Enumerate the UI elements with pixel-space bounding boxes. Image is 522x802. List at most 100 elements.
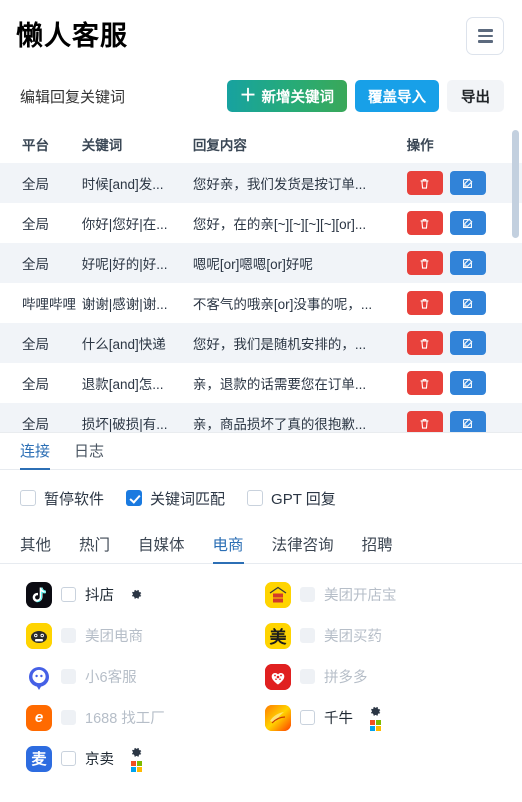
platform-item[interactable]: 抖店 [26,574,265,615]
delete-row-button[interactable] [406,291,443,315]
platform-item[interactable]: e 1688 找工厂 [26,697,265,738]
platform-item[interactable]: 美团开店宝 [265,574,504,615]
row-actions [406,211,522,235]
cell-keyword: 谢谢|感谢|谢... [81,297,168,312]
delete-row-button[interactable] [406,171,443,195]
delete-row-button[interactable] [406,411,443,432]
cell-reply: 您好亲，我们发货是按订单... [192,177,367,192]
table-row[interactable]: 全局 损坏|破损|有... 亲，商品损坏了真的很抱歉... [0,403,522,432]
edit-pencil-icon [463,177,473,188]
windows-logo-icon[interactable] [131,760,142,772]
table-row[interactable]: 全局 退款[and]怎... 亲，退款的话需要您在订单... [0,363,522,403]
delete-row-button[interactable] [406,371,443,395]
cell-platform: 全局 [22,257,49,272]
edit-row-button[interactable] [449,371,486,395]
delete-row-button[interactable] [406,331,443,355]
table-header-row: 平台 关键词 回复内容 操作 [0,128,522,163]
add-keyword-button[interactable]: ＋ 新增关键词 [226,80,347,112]
platform-label: 拼多多 [324,670,368,686]
table-row[interactable]: 哔哩哔哩 谢谢|感谢|谢... 不客气的哦亲[or]没事的呢，... [0,283,522,323]
platform-label: 千牛 [324,711,353,727]
gear-icon [371,706,381,716]
platform-checkbox[interactable] [61,587,76,602]
gear-icon[interactable] [130,588,143,601]
cell-reply: 嗯呢[or]嗯嗯[or]好呢 [192,257,313,272]
option-GPT 回复[interactable]: GPT 回复 [247,488,336,509]
keyword-table-container: 平台 关键词 回复内容 操作 全局 时候[and]发... 您好亲，我们发货是按订单… [0,128,522,433]
keyword-table: 平台 关键词 回复内容 操作 全局 时候[and]发... 您好亲，我们发货是按订单… [0,128,522,432]
option-暂停软件[interactable]: 暂停软件 [20,488,104,509]
table-row[interactable]: 全局 什么[and]快递 您好，我们是随机安排的，... [0,323,522,363]
edit-pencil-icon [463,417,473,428]
cell-keyword: 好呢|好的|好... [81,257,168,272]
platform-item[interactable]: 拼多多 [265,656,504,697]
category-tab-电商[interactable]: 电商 [212,533,244,564]
platform-checkbox[interactable] [61,669,76,684]
gear-icon[interactable] [369,705,382,718]
table-row[interactable]: 全局 好呢|好的|好... 嗯呢[or]嗯嗯[or]好呢 [0,243,522,283]
row-actions [406,251,522,275]
table-row[interactable]: 全局 你好|您好|在... 您好，在的亲[~][~][~][~][or]... [0,203,522,243]
checkbox-checked-icon[interactable] [126,490,143,506]
platform-settings-group[interactable] [369,705,382,731]
scrollbar-thumb[interactable] [512,130,519,238]
cell-keyword: 退款[and]怎... [81,377,164,392]
platform-item[interactable]: 美 美团买药 [265,615,504,656]
table-row[interactable]: 全局 时候[and]发... 您好亲，我们发货是按订单... [0,163,522,203]
category-tab-自媒体[interactable]: 自媒体 [138,533,185,564]
edit-row-button[interactable] [449,291,486,315]
platform-item[interactable]: 麦 京卖 [26,738,265,779]
edit-row-button[interactable] [449,411,486,432]
cell-platform: 全局 [22,337,49,352]
option-关键词匹配[interactable]: 关键词匹配 [126,488,225,509]
hamburger-line [477,34,493,38]
table-body: 全局 时候[and]发... 您好亲，我们发货是按订单... 全局 你好|您好|在...… [0,163,522,432]
delete-row-button[interactable] [406,211,443,235]
platform-label: 美团电商 [85,629,143,645]
delete-row-button[interactable] [406,251,443,275]
category-tab-热门[interactable]: 热门 [79,533,110,564]
connection-tab-日志[interactable]: 日志 [74,440,104,470]
option-label: 暂停软件 [44,490,105,508]
windows-logo-icon[interactable] [370,719,381,731]
category-tab-法律咨询[interactable]: 法律咨询 [272,533,334,564]
alibaba-1688-logo: e [26,704,52,731]
platform-settings-group[interactable] [130,588,143,601]
overwrite-import-button[interactable]: 覆盖导入 [355,80,439,112]
cell-reply: 不客气的哦亲[or]没事的呢，... [192,297,373,312]
platform-checkbox[interactable] [61,710,76,725]
checkbox-icon[interactable] [247,490,264,506]
gear-icon[interactable] [130,746,143,759]
platform-checkbox[interactable] [61,751,76,766]
table-scrollbar[interactable] [512,128,519,432]
checkbox-icon[interactable] [20,490,36,506]
platform-label: 1688 找工厂 [85,711,165,727]
cell-platform: 全局 [22,177,49,192]
row-actions [406,371,522,395]
platform-settings-group[interactable] [130,746,143,772]
platform-checkbox[interactable] [61,628,76,643]
category-tab-其他[interactable]: 其他 [20,533,51,564]
hamburger-menu-icon[interactable] [466,17,504,55]
cell-actions [406,243,522,283]
edit-row-button[interactable] [449,171,486,195]
export-button[interactable]: 导出 [447,80,504,112]
category-tab-招聘[interactable]: 招聘 [362,533,393,564]
edit-row-button[interactable] [449,251,486,275]
edit-row-button[interactable] [449,211,486,235]
trash-icon [420,298,429,309]
connection-tab-连接[interactable]: 连接 [20,440,51,470]
trash-icon [420,218,429,229]
platform-checkbox[interactable] [300,669,315,684]
platform-item[interactable]: 美团电商 [26,615,265,656]
edit-pencil-icon [463,337,473,348]
plus-icon: ＋ [239,85,257,105]
platform-item[interactable]: 小6客服 [26,656,265,697]
row-actions [406,331,522,355]
platform-item[interactable]: 千牛 [265,697,504,738]
platform-checkbox[interactable] [300,628,315,643]
edit-row-button[interactable] [449,331,486,355]
cell-platform: 全局 [22,417,49,432]
platform-checkbox[interactable] [300,587,315,602]
platform-checkbox[interactable] [300,710,315,725]
